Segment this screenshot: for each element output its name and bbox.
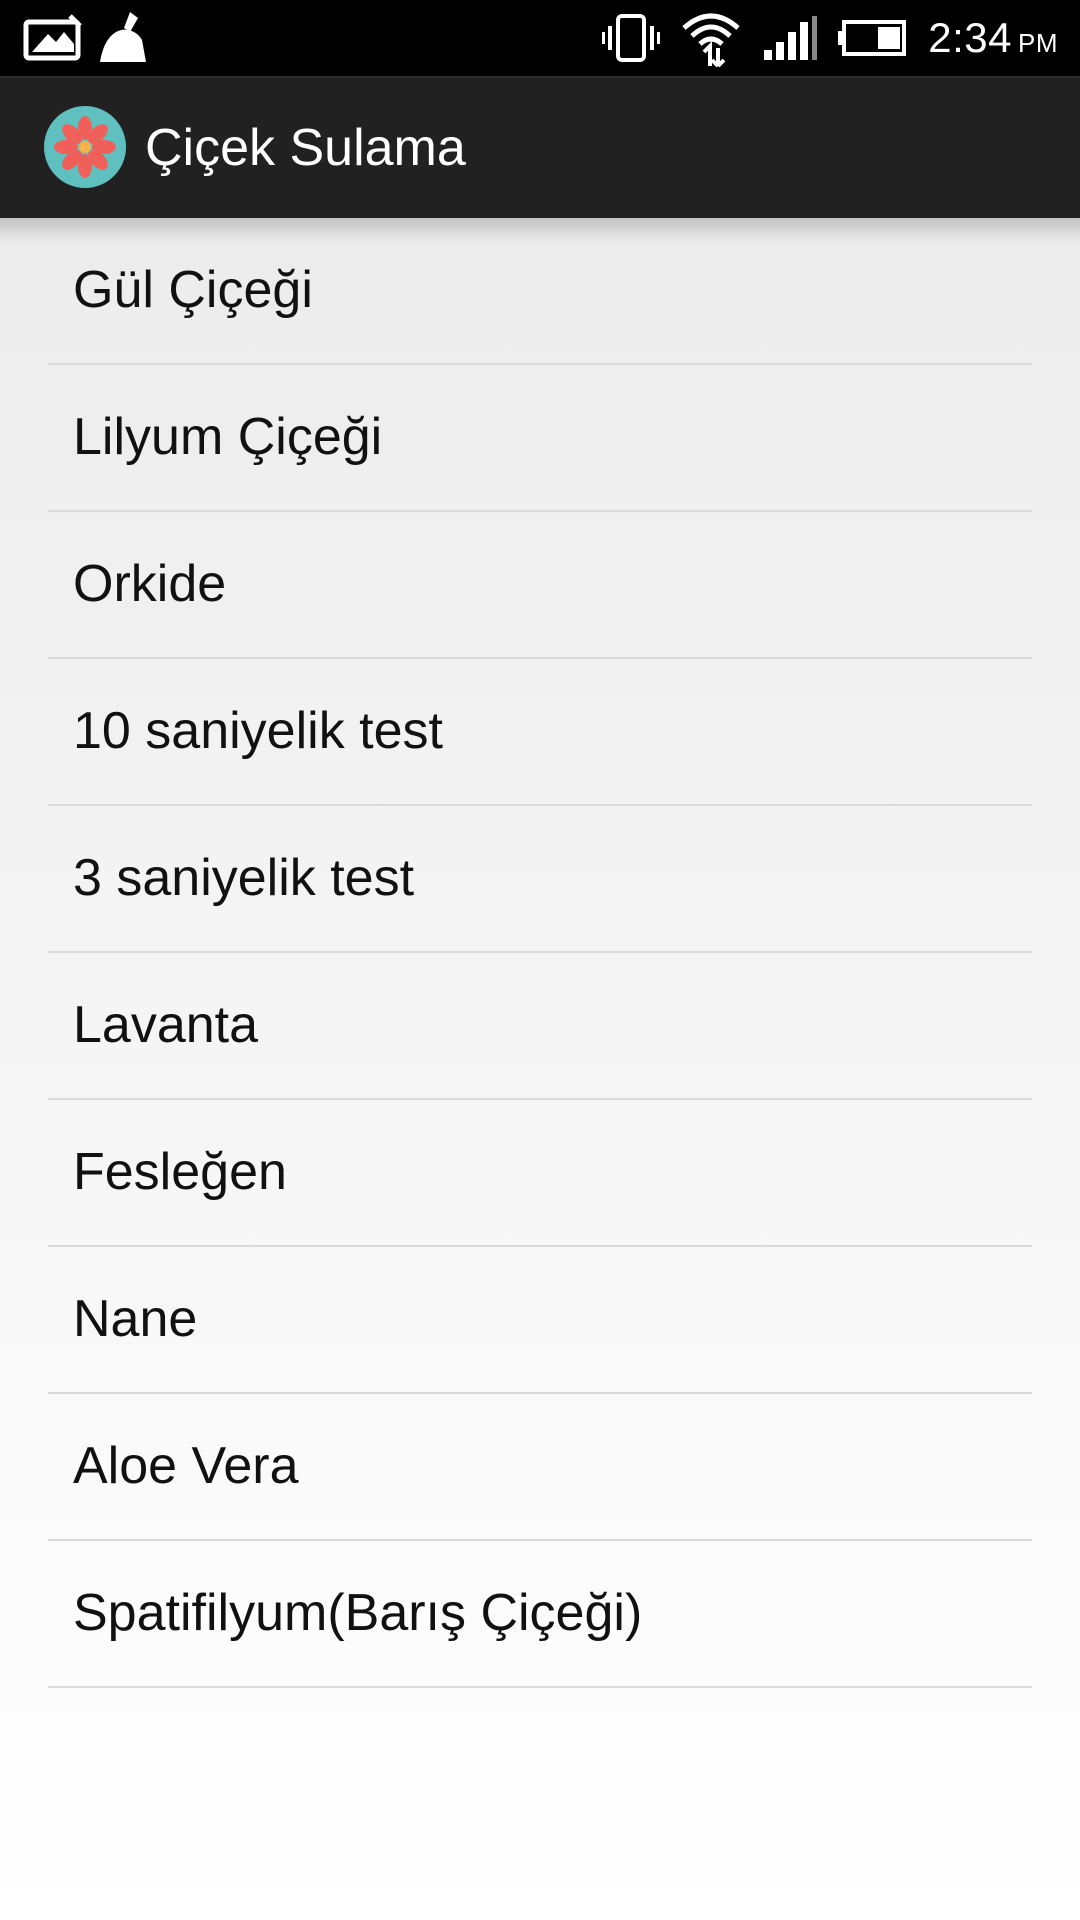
list-item-label: 10 saniyelik test	[73, 702, 443, 760]
list-item[interactable]: Nane	[48, 1247, 1032, 1394]
app-title: Çiçek Sulama	[145, 119, 466, 177]
list-item-label: Aloe Vera	[73, 1437, 299, 1495]
system-icons: 2:34 PM	[602, 0, 1058, 76]
action-bar: Çiçek Sulama	[0, 76, 1080, 218]
list-item-label: Lavanta	[73, 996, 259, 1054]
cleaner-icon	[100, 12, 146, 62]
clock-time: 2:34	[928, 14, 1012, 61]
clock-ampm: PM	[1018, 28, 1058, 58]
list-item[interactable]: Aloe Vera	[48, 1394, 1032, 1541]
list-item-label: Spatifilyum(Barış Çiçeği)	[73, 1584, 643, 1642]
list-item-label: Nane	[73, 1290, 198, 1348]
list-item[interactable]: Spatifilyum(Barış Çiçeği)	[48, 1541, 1032, 1688]
flower-list: Gül Çiçeği Lilyum Çiçeği Orkide 10 saniyeli…	[48, 218, 1032, 1688]
notification-icons	[22, 10, 152, 66]
vibrate-icon	[602, 14, 661, 62]
status-bar: 2:34 PM	[0, 0, 1080, 76]
battery-icon	[838, 20, 907, 56]
content-area: Gül Çiçeği Lilyum Çiçeği Orkide 10 saniyeli…	[0, 218, 1080, 1920]
list-item-label: 3 saniyelik test	[73, 849, 415, 907]
wifi-icon	[682, 13, 740, 68]
list-item-label: Orkide	[73, 555, 227, 613]
list-item-label: Gül Çiçeği	[73, 261, 313, 319]
status-clock: 2:34 PM	[928, 14, 1058, 62]
signal-icon	[764, 16, 818, 60]
list-item[interactable]: Fesleğen	[48, 1100, 1032, 1247]
list-item-label: Fesleğen	[73, 1143, 287, 1201]
list-item[interactable]: Orkide	[48, 512, 1032, 659]
list-item[interactable]: Lilyum Çiçeği	[48, 365, 1032, 512]
list-item[interactable]: 3 saniyelik test	[48, 806, 1032, 953]
flower-icon	[44, 106, 126, 188]
list-item-label: Lilyum Çiçeği	[73, 408, 383, 466]
list-item[interactable]: Lavanta	[48, 953, 1032, 1100]
list-item[interactable]: Gül Çiçeği	[48, 218, 1032, 365]
list-item[interactable]: 10 saniyelik test	[48, 659, 1032, 806]
photo-icon	[23, 14, 82, 61]
